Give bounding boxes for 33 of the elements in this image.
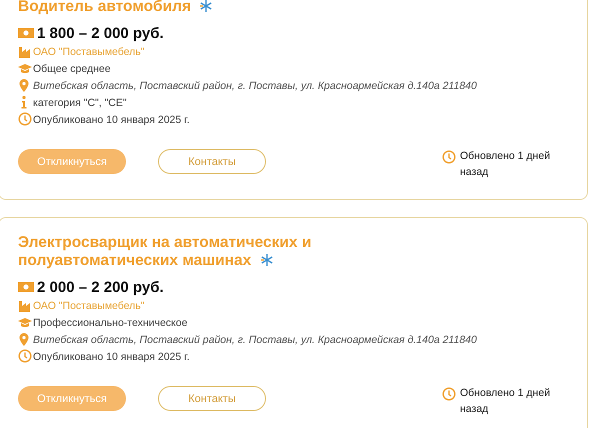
contacts-button[interactable]: Контакты [158, 386, 266, 411]
updated-time: Обновлено 1 дней назад [460, 149, 552, 180]
location-pin-icon [18, 78, 30, 93]
published-date: Опубликовано 10 января 2025 г. [33, 350, 190, 362]
address: Витебская область, Поставский район, г. Поставы, ул. Красноармейская д.140а 211840 [33, 80, 477, 92]
respond-button[interactable]: Откликнуться [18, 386, 126, 411]
clock-icon [442, 387, 456, 402]
clock-icon [18, 349, 32, 364]
vacancy-title[interactable]: Электросварщик на автоматических и полуавтоматических машинах [18, 234, 318, 270]
updated-time: Обновлено 1 дней назад [460, 386, 552, 417]
graduation-cap-icon [18, 61, 32, 76]
graduation-cap-icon [18, 315, 32, 330]
company-link[interactable]: ОАО "Поставымебель" [33, 46, 144, 58]
company-link[interactable]: ОАО "Поставымебель" [33, 300, 144, 312]
factory-icon [18, 44, 31, 59]
salary: 2 000 – 2 200 руб. [37, 278, 164, 296]
sparkle-icon [260, 253, 274, 267]
clock-icon [18, 112, 32, 127]
clock-icon [442, 150, 456, 165]
requirement: категория "C", "CE" [33, 96, 127, 108]
contacts-button[interactable]: Контакты [158, 149, 266, 174]
education-level: Общее среднее [33, 62, 111, 74]
published-date: Опубликовано 10 января 2025 г. [33, 114, 190, 126]
factory-icon [18, 298, 31, 313]
address: Витебская область, Поставский район, г. Поставы, ул. Красноармейская д.140а 211840 [33, 334, 477, 346]
money-icon [18, 27, 34, 39]
vacancy-title[interactable]: Водитель автомобиля [18, 0, 318, 16]
location-pin-icon [18, 332, 30, 347]
sparkle-icon [199, 0, 214, 13]
respond-button[interactable]: Откликнуться [18, 149, 126, 174]
education-level: Профессионально-техническое [33, 316, 188, 328]
money-icon [18, 281, 34, 293]
salary: 1 800 – 2 000 руб. [37, 24, 164, 42]
